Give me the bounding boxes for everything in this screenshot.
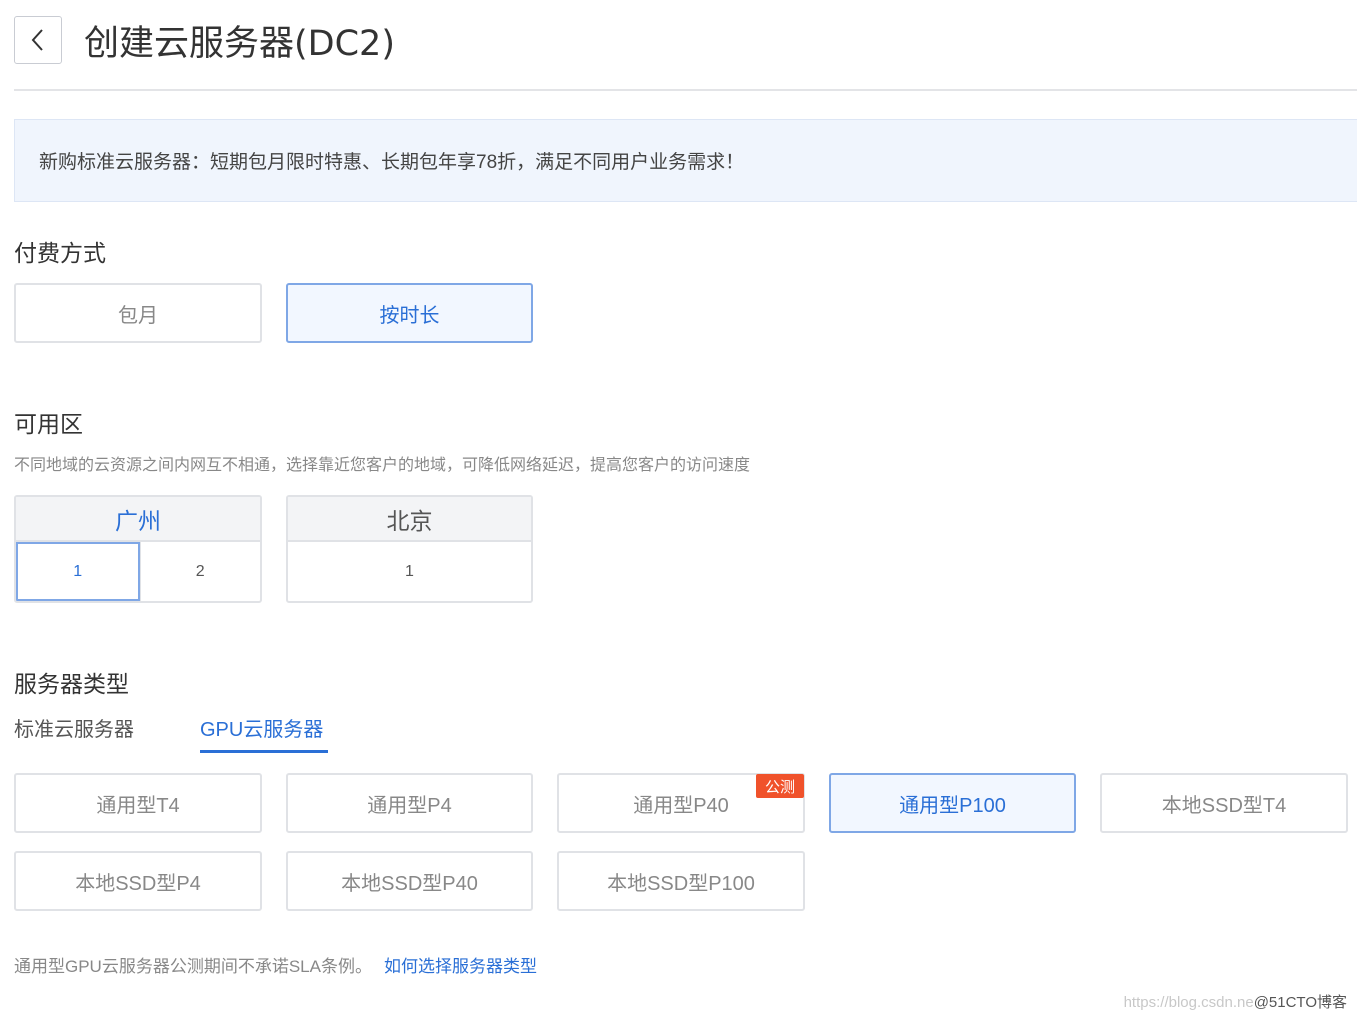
- region-card-beijing: 北京 1: [286, 495, 533, 603]
- chevron-left-icon: [31, 29, 43, 51]
- watermark-url: https://blog.csdn.ne: [1123, 994, 1254, 1011]
- server-type-option-ssd-t4[interactable]: 本地SSD型T4: [1100, 773, 1348, 833]
- region-tab-guangzhou[interactable]: 广州: [16, 497, 260, 542]
- server-type-option-p100[interactable]: 通用型P100: [829, 773, 1076, 833]
- server-type-label: 通用型P40: [633, 794, 729, 817]
- tab-standard-server[interactable]: 标准云服务器: [14, 713, 134, 742]
- server-type-option-t4[interactable]: 通用型T4: [14, 773, 262, 833]
- billing-option-hourly[interactable]: 按时长: [286, 283, 533, 343]
- active-tab-indicator: [200, 750, 328, 753]
- server-type-option-p4[interactable]: 通用型P4: [286, 773, 533, 833]
- billing-option-monthly[interactable]: 包月: [14, 283, 262, 343]
- server-type-footnote: 通用型GPU云服务器公测期间不承诺SLA条例。 如何选择服务器类型: [14, 952, 537, 977]
- zone-option-gz-2[interactable]: 2: [139, 542, 261, 601]
- page-header: 创建云服务器(DC2): [14, 16, 395, 64]
- server-type-label: 本地SSD型P40: [341, 872, 478, 895]
- server-type-label: 本地SSD型P4: [75, 872, 201, 895]
- public-beta-badge: 公测: [756, 774, 804, 798]
- header-divider: [14, 89, 1357, 91]
- billing-option-label: 按时长: [379, 304, 440, 327]
- watermark: https://blog.csdn.ne@51CTO博客: [1124, 991, 1347, 1012]
- tab-gpu-server[interactable]: GPU云服务器: [200, 713, 323, 742]
- server-type-label: 本地SSD型P100: [607, 872, 755, 895]
- server-type-label: 本地SSD型T4: [1161, 794, 1287, 817]
- billing-section-title: 付费方式: [14, 240, 106, 266]
- server-type-label: 通用型P100: [899, 794, 1006, 817]
- server-type-option-ssd-p40[interactable]: 本地SSD型P40: [286, 851, 533, 911]
- server-type-section-title: 服务器类型: [14, 671, 129, 697]
- server-type-option-ssd-p100[interactable]: 本地SSD型P100: [557, 851, 805, 911]
- promo-banner: 新购标准云服务器：短期包月限时特惠、长期包年享78折，满足不同用户业务需求！: [14, 119, 1357, 202]
- server-type-label: 通用型T4: [96, 794, 180, 817]
- zone-section-title: 可用区: [14, 411, 83, 437]
- zone-option-gz-1[interactable]: 1: [16, 542, 140, 601]
- region-tab-beijing[interactable]: 北京: [288, 497, 531, 542]
- promo-banner-text: 新购标准云服务器：短期包月限时特惠、长期包年享78折，满足不同用户业务需求！: [39, 152, 745, 173]
- watermark-brand: @51CTO博客: [1253, 994, 1347, 1011]
- zone-option-bj-1[interactable]: 1: [288, 542, 531, 601]
- server-type-help-link[interactable]: 如何选择服务器类型: [384, 952, 537, 977]
- region-card-guangzhou: 广州 1 2: [14, 495, 262, 603]
- server-type-label: 通用型P4: [367, 794, 452, 817]
- zone-section-description: 不同地域的云资源之间内网互不相通，选择靠近您客户的地域，可降低网络延迟，提高您客…: [14, 457, 751, 474]
- page-title: 创建云服务器(DC2): [84, 23, 395, 64]
- back-button[interactable]: [14, 16, 62, 64]
- server-type-option-ssd-p4[interactable]: 本地SSD型P4: [14, 851, 262, 911]
- sla-note: 通用型GPU云服务器公测期间不承诺SLA条例。: [14, 957, 372, 976]
- billing-option-label: 包月: [118, 304, 158, 327]
